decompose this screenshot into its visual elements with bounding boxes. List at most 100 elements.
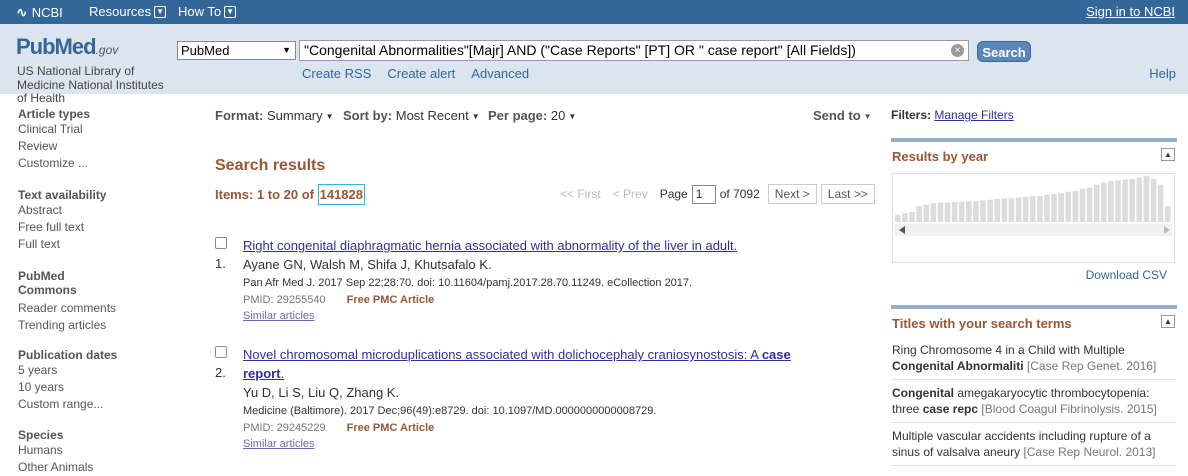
title-item[interactable]: Multiple vascular accidents including ru… bbox=[892, 428, 1176, 466]
titles-list: Ring Chromosome 4 in a Child with Multip… bbox=[892, 342, 1176, 471]
collapse-toggle-icon[interactable]: ▲ bbox=[1161, 148, 1175, 161]
howto-menu[interactable]: How To ▼ bbox=[178, 4, 237, 19]
similar-articles-text[interactable]: Similar articles bbox=[243, 438, 315, 450]
year-bar[interactable] bbox=[944, 202, 951, 222]
facet-item-custom-range[interactable]: Custom range... bbox=[18, 396, 178, 413]
ncbi-logo-text: NCBI bbox=[31, 5, 63, 20]
facet-item-humans[interactable]: Humans bbox=[18, 442, 178, 459]
search-button[interactable]: Search bbox=[977, 41, 1031, 62]
resources-menu[interactable]: Resources ▼ bbox=[89, 4, 167, 19]
chart-scrollbar[interactable] bbox=[895, 224, 1172, 236]
result-pmid-line: PMID: 29255540 Free PMC Article bbox=[243, 291, 873, 309]
title-line: three bbox=[892, 402, 923, 416]
result-title-link[interactable]: Right congenital diaphragmatic hernia as… bbox=[243, 236, 873, 255]
year-bar[interactable] bbox=[923, 204, 930, 222]
facet-item-free-full-text[interactable]: Free full text bbox=[18, 219, 178, 236]
sort-label: Sort by: bbox=[343, 108, 393, 123]
facet-item-abstract[interactable]: Abstract bbox=[18, 202, 178, 219]
year-bar[interactable] bbox=[937, 202, 944, 222]
year-bar[interactable] bbox=[1072, 191, 1079, 222]
year-bar[interactable] bbox=[1001, 198, 1008, 222]
similar-articles-text[interactable]: Similar articles bbox=[243, 310, 315, 322]
facet-item-5-years[interactable]: 5 years bbox=[18, 362, 178, 379]
year-bar[interactable] bbox=[1129, 178, 1135, 222]
next-page-button[interactable]: Next > bbox=[767, 184, 817, 204]
year-bar[interactable] bbox=[1108, 181, 1114, 222]
download-csv-link[interactable]: Download CSV bbox=[1086, 268, 1167, 282]
create-rss-link[interactable]: Create RSS bbox=[302, 66, 371, 81]
database-select[interactable]: PubMed ▼ bbox=[177, 41, 296, 60]
manage-filters-link[interactable]: Manage Filters bbox=[934, 108, 1013, 122]
year-bar[interactable] bbox=[909, 211, 915, 222]
facet-item-10-years[interactable]: 10 years bbox=[18, 379, 178, 396]
facet-item-trending-articles[interactable]: Trending articles bbox=[18, 317, 178, 334]
facet-item-full-text[interactable]: Full text bbox=[18, 236, 178, 253]
year-bar[interactable] bbox=[930, 203, 937, 222]
facet-title: Text availability bbox=[18, 188, 107, 202]
year-bar[interactable] bbox=[1022, 196, 1029, 222]
format-dropdown[interactable]: Format: Summary ▼ bbox=[215, 108, 334, 123]
year-bar[interactable] bbox=[1150, 178, 1157, 222]
year-bar[interactable] bbox=[1051, 193, 1057, 222]
year-bar[interactable] bbox=[1115, 180, 1121, 222]
facet-item-clinical-trial[interactable]: Clinical Trial bbox=[18, 121, 178, 138]
search-input[interactable]: "Congenital Abnormalities"[Majr] AND ("C… bbox=[299, 40, 969, 61]
sort-dropdown[interactable]: Sort by: Most Recent ▼ bbox=[343, 108, 480, 123]
year-bar[interactable] bbox=[958, 201, 965, 222]
year-bar[interactable] bbox=[1037, 196, 1043, 222]
year-bar[interactable] bbox=[902, 213, 908, 222]
similar-articles-link[interactable]: Similar articles bbox=[243, 309, 873, 323]
year-bar[interactable] bbox=[1044, 194, 1050, 222]
facet-item-review[interactable]: Review bbox=[18, 138, 178, 155]
create-alert-link[interactable]: Create alert bbox=[387, 66, 455, 81]
clear-icon[interactable]: × bbox=[951, 44, 964, 57]
year-bar[interactable] bbox=[1143, 176, 1150, 222]
ncbi-logo[interactable]: ∿ NCBI bbox=[16, 4, 63, 21]
year-bar[interactable] bbox=[1008, 198, 1015, 222]
pubmed-logo[interactable]: PubMed.gov bbox=[16, 34, 118, 60]
year-bar[interactable] bbox=[895, 214, 901, 222]
collapse-toggle-icon[interactable]: ▲ bbox=[1161, 315, 1175, 328]
similar-articles-link[interactable]: Similar articles bbox=[243, 437, 873, 451]
year-bar[interactable] bbox=[994, 199, 1001, 222]
year-bar[interactable] bbox=[1100, 182, 1107, 222]
send-to-dropdown[interactable]: Send to ▼ bbox=[813, 108, 872, 123]
year-bar[interactable] bbox=[1136, 177, 1143, 222]
year-bar[interactable] bbox=[1157, 184, 1164, 222]
sign-in-link[interactable]: Sign in to NCBI bbox=[1086, 4, 1175, 19]
facet-item-reader-comments[interactable]: Reader comments bbox=[18, 300, 178, 317]
year-bar[interactable] bbox=[987, 199, 993, 222]
year-bar[interactable] bbox=[966, 201, 972, 222]
year-bar[interactable] bbox=[1164, 206, 1171, 222]
year-bar[interactable] bbox=[980, 200, 986, 222]
advanced-link[interactable]: Advanced bbox=[471, 66, 529, 81]
year-bar[interactable] bbox=[1086, 187, 1093, 223]
title-highlight: report bbox=[243, 366, 281, 381]
result-checkbox[interactable] bbox=[215, 237, 227, 249]
help-link[interactable]: Help bbox=[1149, 66, 1176, 81]
year-bar[interactable] bbox=[1122, 179, 1128, 222]
last-page-button[interactable]: Last >> bbox=[820, 184, 875, 204]
year-bar[interactable] bbox=[1015, 197, 1022, 222]
page-number-input[interactable]: 1 bbox=[691, 184, 716, 204]
results-by-year-chart[interactable] bbox=[892, 173, 1175, 263]
year-bar[interactable] bbox=[1029, 196, 1036, 222]
year-bar[interactable] bbox=[973, 201, 979, 222]
year-bar[interactable] bbox=[1065, 191, 1072, 222]
title-item[interactable]: Ring Chromosome 4 in a Child with Multip… bbox=[892, 342, 1176, 380]
result-checkbox[interactable] bbox=[215, 346, 227, 358]
facet-pubmed-commons-items: Reader comments Trending articles bbox=[18, 300, 178, 334]
portlet-title: Titles with your search terms bbox=[892, 316, 1072, 331]
year-bar[interactable] bbox=[951, 201, 958, 222]
result-title-link[interactable]: Novel chromosomal microduplications asso… bbox=[243, 345, 873, 383]
year-bar[interactable] bbox=[1079, 188, 1086, 222]
year-bar[interactable] bbox=[1093, 184, 1100, 222]
facet-item-other-animals[interactable]: Other Animals bbox=[18, 459, 178, 476]
title-item[interactable]: Congenital amegakaryocytic thrombocytope… bbox=[892, 385, 1176, 423]
first-page-link[interactable]: << First bbox=[560, 187, 601, 201]
facet-item-customize[interactable]: Customize ... bbox=[18, 155, 178, 172]
year-bar[interactable] bbox=[916, 206, 922, 222]
prev-page-link[interactable]: < Prev bbox=[613, 187, 648, 201]
year-bar[interactable] bbox=[1058, 193, 1064, 222]
per-page-dropdown[interactable]: Per page: 20 ▼ bbox=[488, 108, 576, 123]
